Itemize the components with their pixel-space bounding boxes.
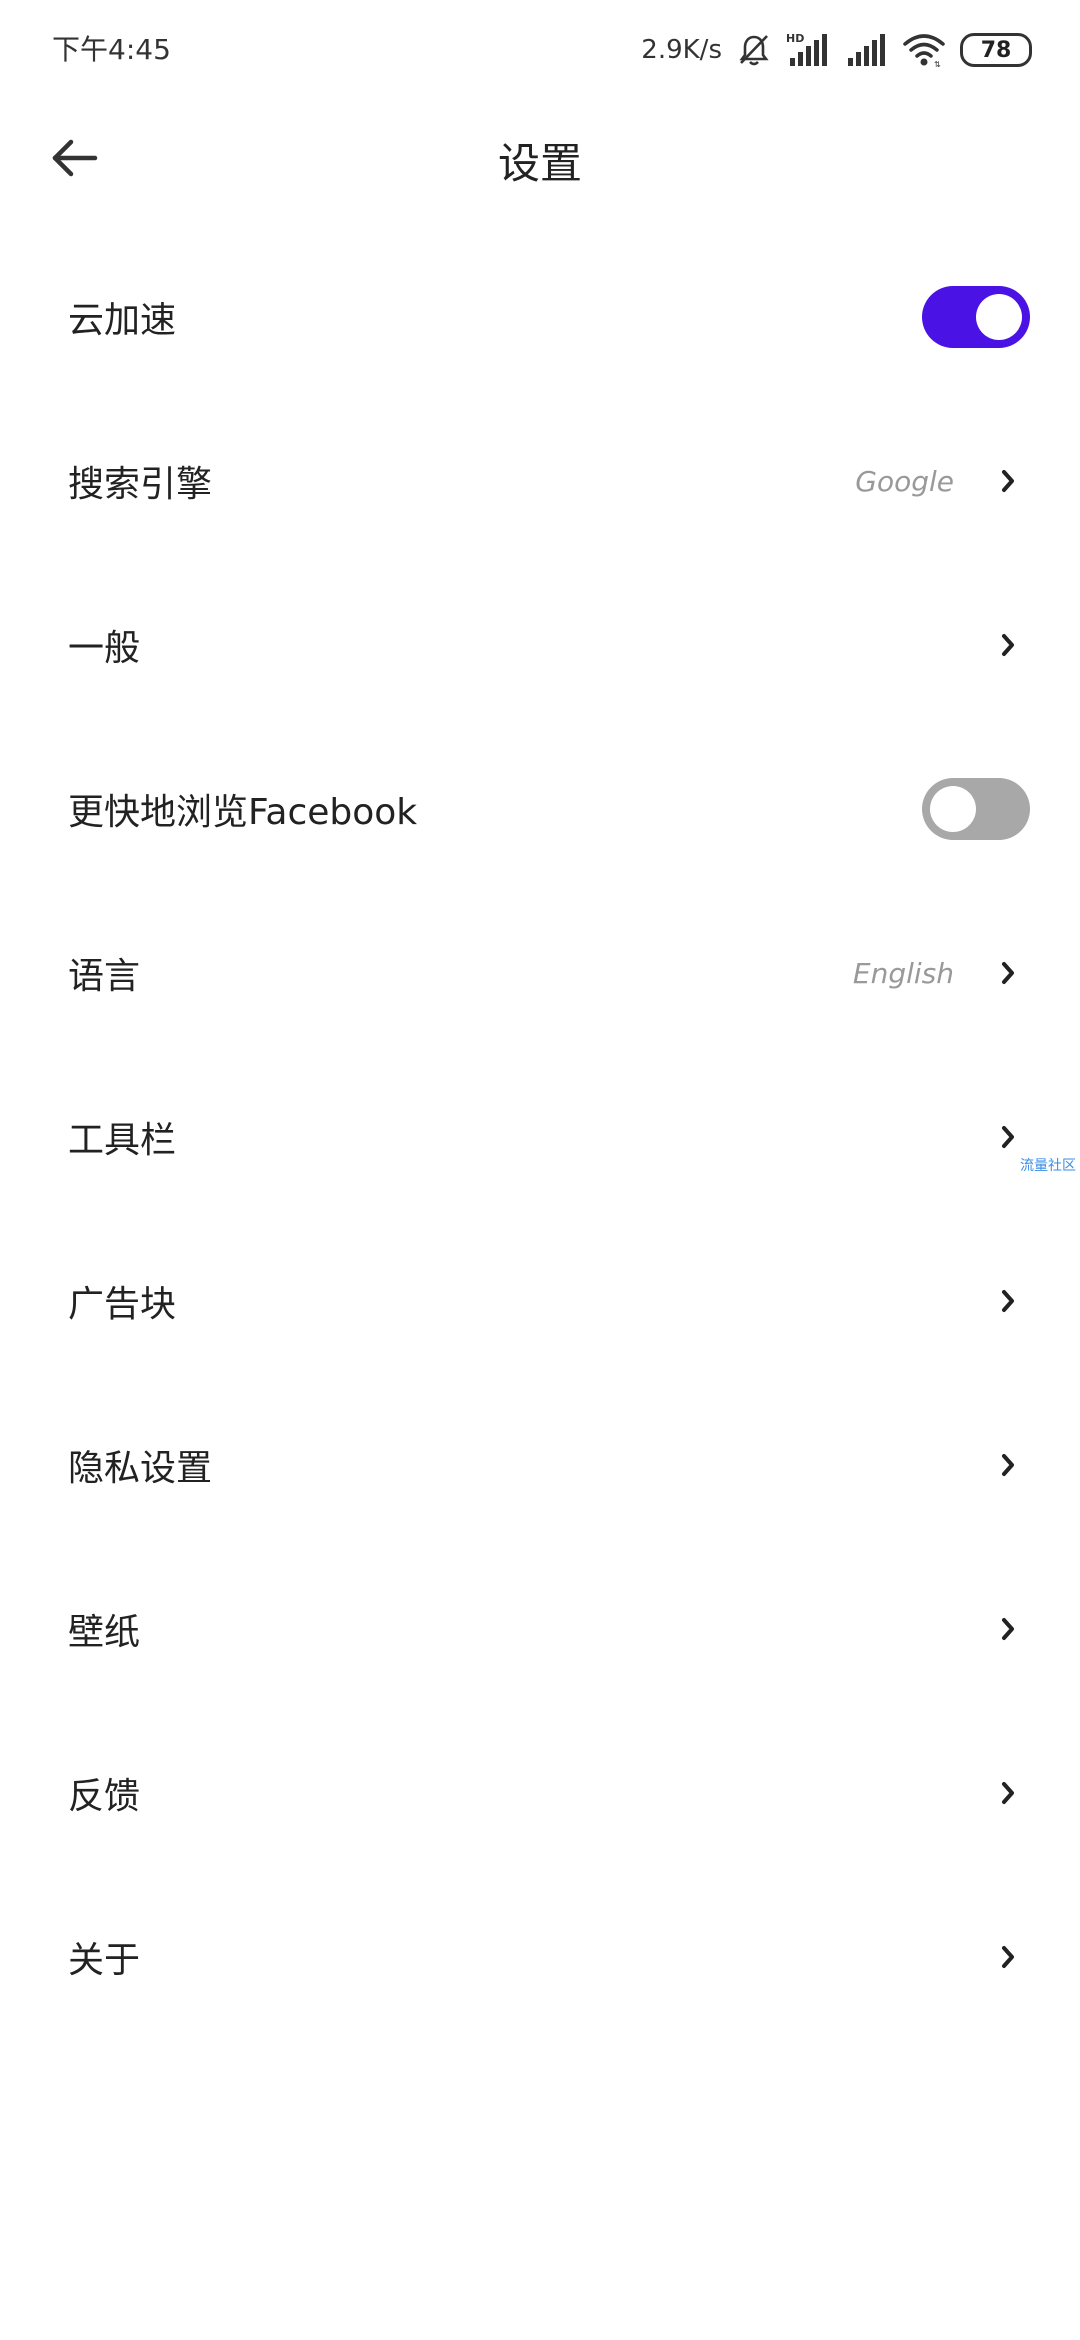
watermark: 流量社区 xyxy=(1020,1158,1076,1174)
status-icons: 2.9K/s HD ⇅ 78 xyxy=(641,28,1032,72)
wifi-icon: ⇅ xyxy=(902,32,946,68)
setting-label: 搜索引擎 xyxy=(68,464,213,505)
setting-facebook-faster[interactable]: 更快地浏览Facebook xyxy=(0,727,1080,891)
chevron-right-icon xyxy=(996,959,1020,987)
svg-text:HD: HD xyxy=(786,32,804,45)
setting-general[interactable]: 一般 xyxy=(0,563,1080,727)
setting-label: 一般 xyxy=(68,628,141,669)
setting-ad-block[interactable]: 广告块 xyxy=(0,1219,1080,1383)
cloud-acceleration-toggle[interactable] xyxy=(922,286,1030,348)
setting-label: 隐私设置 xyxy=(68,1448,213,1489)
setting-privacy[interactable]: 隐私设置 xyxy=(0,1383,1080,1547)
mute-bell-icon xyxy=(736,32,772,68)
chevron-right-icon xyxy=(996,631,1020,659)
setting-toolbar[interactable]: 工具栏 xyxy=(0,1055,1080,1219)
chevron-right-icon xyxy=(996,1779,1020,1807)
chevron-right-icon xyxy=(996,1451,1020,1479)
setting-label: 工具栏 xyxy=(68,1120,177,1161)
page-title: 设置 xyxy=(497,139,582,188)
chevron-right-icon xyxy=(996,467,1020,495)
setting-label: 广告块 xyxy=(68,1284,177,1325)
setting-label: 壁纸 xyxy=(68,1612,141,1653)
setting-value: Google xyxy=(855,464,954,498)
setting-label: 语言 xyxy=(68,956,141,997)
setting-about[interactable]: 关于 xyxy=(0,1875,1080,2039)
app-bar: 设置 xyxy=(0,100,1080,230)
chevron-right-icon xyxy=(996,1943,1020,1971)
setting-value: English xyxy=(852,956,954,990)
chevron-right-icon xyxy=(996,1615,1020,1643)
setting-label: 反馈 xyxy=(68,1776,141,1817)
setting-search-engine[interactable]: 搜索引擎 Google xyxy=(0,399,1080,563)
facebook-faster-toggle[interactable] xyxy=(922,778,1030,840)
settings-list: 云加速 搜索引擎 Google 一般 更快地浏览Facebook 语言 Engl… xyxy=(0,235,1080,2039)
battery-icon: 78 xyxy=(960,33,1032,67)
signal-icon xyxy=(844,32,888,68)
setting-cloud-acceleration[interactable]: 云加速 xyxy=(0,235,1080,399)
status-time: 下午4:45 xyxy=(52,33,171,66)
setting-wallpaper[interactable]: 壁纸 xyxy=(0,1547,1080,1711)
svg-text:⇅: ⇅ xyxy=(934,60,941,68)
setting-feedback[interactable]: 反馈 xyxy=(0,1711,1080,1875)
setting-language[interactable]: 语言 English xyxy=(0,891,1080,1055)
status-bar: 下午4:45 2.9K/s HD ⇅ 78 xyxy=(0,0,1080,100)
setting-label: 关于 xyxy=(68,1940,141,1981)
setting-label: 更快地浏览Facebook xyxy=(68,792,418,833)
hd-signal-icon: HD xyxy=(786,32,830,68)
chevron-right-icon xyxy=(996,1123,1020,1151)
setting-label: 云加速 xyxy=(68,300,177,341)
network-speed: 2.9K/s xyxy=(641,35,722,65)
chevron-right-icon xyxy=(996,1287,1020,1315)
